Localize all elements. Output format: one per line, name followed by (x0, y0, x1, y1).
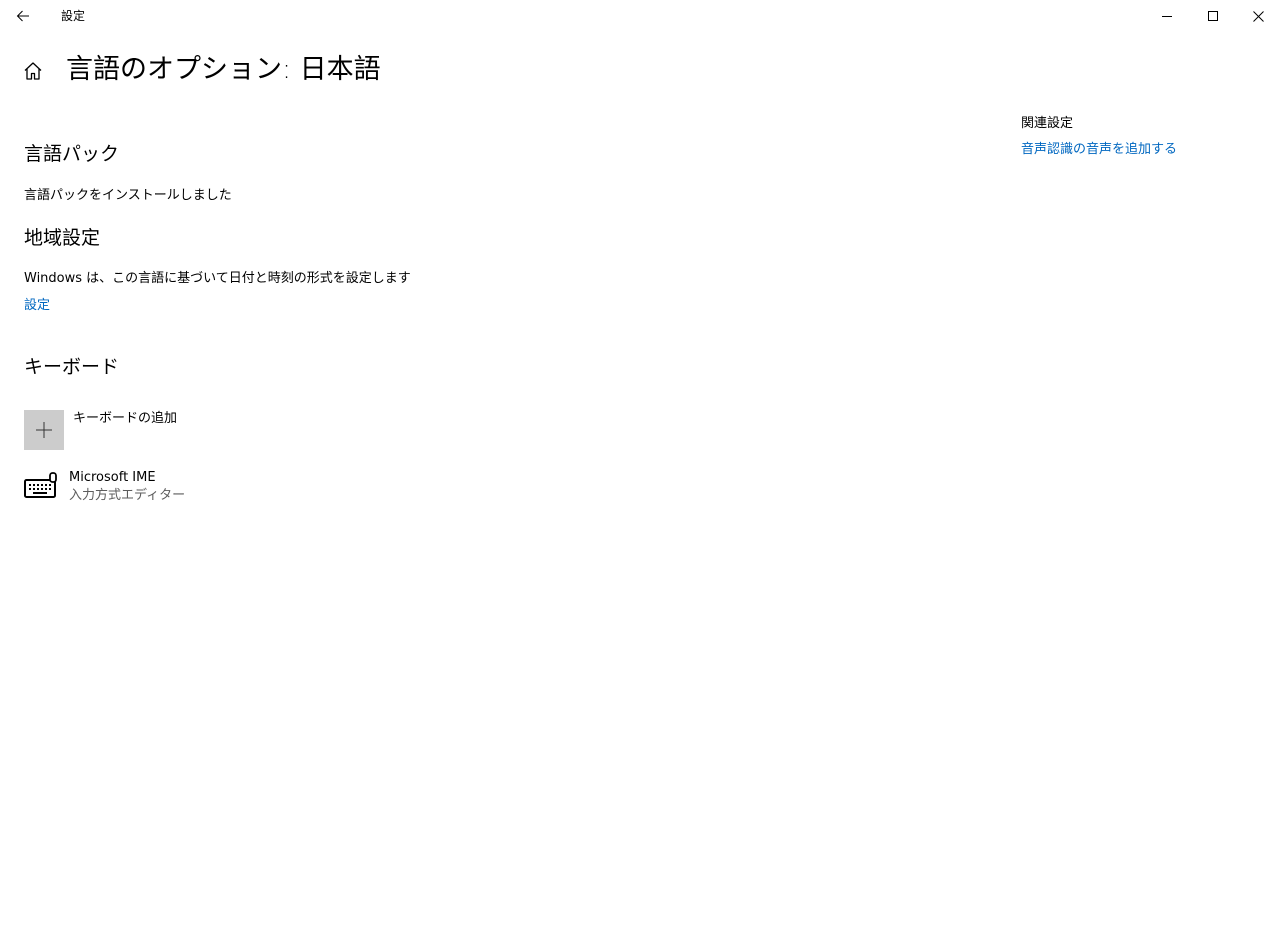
plus-icon (36, 422, 52, 438)
app-title: 設定 (61, 9, 86, 23)
regional-settings-link[interactable]: 設定 (24, 297, 50, 315)
keyboard-heading: キーボード (24, 356, 120, 378)
related-settings-heading: 関連設定 (1021, 116, 1074, 131)
language-pack-status: 言語パックをインストールしました (24, 188, 232, 203)
keyboard-item-subtitle: 入力方式エディター (69, 488, 186, 503)
add-keyboard-button[interactable] (24, 410, 64, 450)
language-pack-heading: 言語パック (24, 143, 120, 165)
maximize-icon (1208, 11, 1218, 21)
add-speech-voice-link[interactable]: 音声認識の音声を追加する (1021, 141, 1177, 159)
back-button[interactable] (0, 0, 46, 32)
settings-window: 設定 言語のオプション: 日本語 言語パック 言語パックをインストールしました … (0, 0, 1280, 944)
keyboard-list-item[interactable]: Microsoft IME 入力方式エディター (24, 468, 264, 510)
add-keyboard-label[interactable]: キーボードの追加 (73, 410, 177, 428)
maximize-button[interactable] (1190, 0, 1236, 32)
close-icon (1252, 10, 1264, 22)
regional-settings-heading: 地域設定 (24, 227, 101, 249)
home-icon (24, 62, 42, 80)
back-arrow-icon (16, 10, 29, 22)
regional-settings-description: Windows は、この言語に基づいて日付と時刻の形式を設定します (24, 271, 411, 286)
keyboard-item-name: Microsoft IME (69, 470, 156, 485)
close-button[interactable] (1235, 0, 1280, 32)
title-bar: 設定 (0, 0, 1280, 32)
keyboard-icon (24, 472, 57, 498)
minimize-button[interactable] (1144, 0, 1190, 32)
home-button[interactable] (22, 60, 44, 82)
minimize-icon (1162, 16, 1172, 17)
page-title: 言語のオプション: 日本語 (66, 54, 381, 85)
